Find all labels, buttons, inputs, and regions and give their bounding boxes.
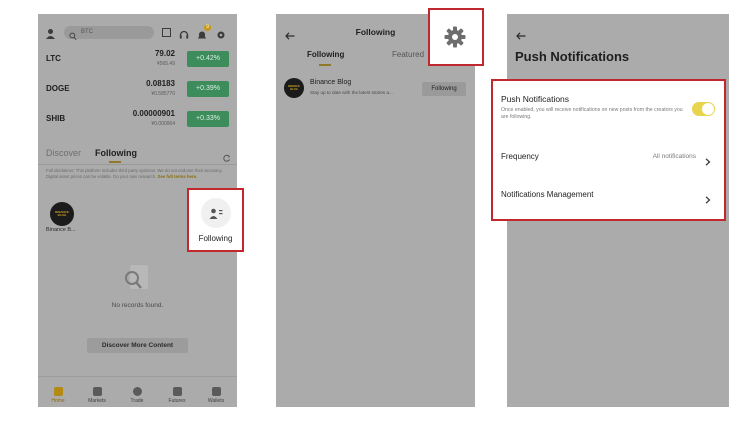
nav-futures-label: Futures: [168, 398, 186, 404]
nav-markets-label: Markets: [88, 398, 106, 404]
coin-price: 79.02: [154, 49, 175, 58]
market-row[interactable]: DOGE 0.08183 ¥0.585770 +0.39%: [38, 78, 237, 102]
tab-following[interactable]: Following: [95, 148, 137, 158]
nav-trade-label: Trade: [130, 398, 144, 404]
nav-home[interactable]: Home: [40, 387, 76, 404]
screen-following-list: Following Following Featured BINANCE BLO…: [276, 14, 475, 407]
frequency-value: All notifications: [652, 153, 696, 160]
coin-price-cny: ¥0.000064: [151, 121, 175, 127]
nav-home-label: Home: [51, 398, 65, 404]
toggle-knob: [702, 103, 714, 115]
headset-icon[interactable]: [179, 27, 189, 39]
search-input[interactable]: BTC: [64, 26, 154, 41]
change-badge[interactable]: +0.42%: [187, 51, 229, 67]
change-badge[interactable]: +0.33%: [187, 111, 229, 127]
disclaimer-text: Full disclaimer: This platform includes …: [46, 168, 223, 179]
nav-wallets[interactable]: Wallets: [198, 387, 234, 404]
following-callout[interactable]: Following: [189, 190, 242, 250]
push-notifications-row: Push Notifications Once enabled, you wil…: [493, 81, 724, 131]
market-row[interactable]: LTC 79.02 ¥565.49 +0.42%: [38, 48, 237, 72]
empty-state-icon: [120, 262, 152, 294]
creator-name: Binance B...: [46, 227, 76, 233]
coin-price: 0.00000901: [132, 109, 175, 118]
coin-price-cny: ¥0.585770: [151, 91, 175, 97]
nav-trade[interactable]: Trade: [119, 387, 155, 404]
creator-name: Binance Blog: [310, 79, 352, 86]
chevron-right-icon: [705, 191, 711, 209]
people-icon: [209, 207, 223, 225]
notification-badge: 9: [204, 24, 211, 31]
coin-name: LTC: [46, 54, 61, 63]
following-item[interactable]: BINANCE BLOG Binance Blog Stay up to dat…: [276, 74, 475, 104]
settings-icon[interactable]: [216, 27, 226, 39]
creator-avatar[interactable]: BINANCE BLOG: [50, 202, 74, 226]
following-button[interactable]: Following: [422, 82, 466, 96]
scan-icon[interactable]: [162, 28, 171, 37]
nav-futures[interactable]: Futures: [159, 387, 195, 404]
chevron-right-icon: [705, 153, 711, 171]
back-arrow-icon[interactable]: [516, 27, 526, 45]
notifications-management-label: Notifications Management: [501, 190, 594, 199]
settings-callout[interactable]: [430, 10, 482, 64]
nav-wallets-label: Wallets: [207, 398, 225, 404]
frequency-row[interactable]: Frequency All notifications: [493, 143, 724, 171]
frequency-label: Frequency: [501, 152, 539, 161]
tab-active-indicator: [319, 64, 331, 66]
tab-discover[interactable]: Discover: [46, 148, 81, 158]
search-placeholder: BTC: [81, 29, 93, 35]
wallets-icon: [211, 387, 221, 396]
search-icon: [69, 28, 77, 46]
coin-name: DOGE: [46, 84, 70, 93]
futures-icon: [172, 387, 182, 396]
terms-link[interactable]: See full terms here.: [158, 174, 198, 179]
coin-name: SHIB: [46, 114, 66, 123]
following-callout-label: Following: [198, 234, 233, 243]
discover-more-button[interactable]: Discover More Content: [87, 338, 188, 353]
notifications-management-row[interactable]: Notifications Management: [493, 181, 724, 209]
creator-avatar: BINANCE BLOG: [284, 78, 304, 98]
push-notifications-label: Push Notifications: [501, 94, 570, 104]
binance-blog-logo: BINANCE BLOG: [288, 85, 300, 91]
push-notifications-toggle[interactable]: [692, 102, 715, 116]
creator-description: Stay up to date with the latest stories …: [310, 90, 393, 95]
tab-active-indicator: [109, 161, 121, 163]
page-title: Push Notifications: [515, 49, 630, 64]
empty-state-text: No records found.: [111, 302, 164, 309]
divider: [38, 164, 237, 165]
change-badge[interactable]: +0.39%: [187, 81, 229, 97]
market-row[interactable]: SHIB 0.00000901 ¥0.000064 +0.33%: [38, 108, 237, 132]
notification-settings-panel: Push Notifications Once enabled, you wil…: [493, 81, 724, 219]
markets-icon: [92, 387, 102, 396]
trade-icon: [132, 387, 142, 396]
coin-price-cny: ¥565.49: [156, 61, 175, 67]
nav-markets[interactable]: Markets: [79, 387, 115, 404]
push-notifications-description: Once enabled, you will receive notificat…: [501, 107, 683, 120]
gear-icon: [444, 26, 466, 53]
home-icon: [53, 387, 63, 396]
tab-featured[interactable]: Featured: [392, 50, 424, 59]
profile-icon[interactable]: [45, 26, 56, 39]
following-circle: [201, 198, 231, 228]
binance-blog-logo: BINANCE BLOG: [55, 210, 69, 217]
bottom-nav: Home Markets Trade Futures Wallets: [38, 376, 237, 407]
coin-price: 0.08183: [146, 79, 175, 88]
tab-following[interactable]: Following: [307, 50, 344, 59]
refresh-icon[interactable]: [223, 149, 231, 162]
